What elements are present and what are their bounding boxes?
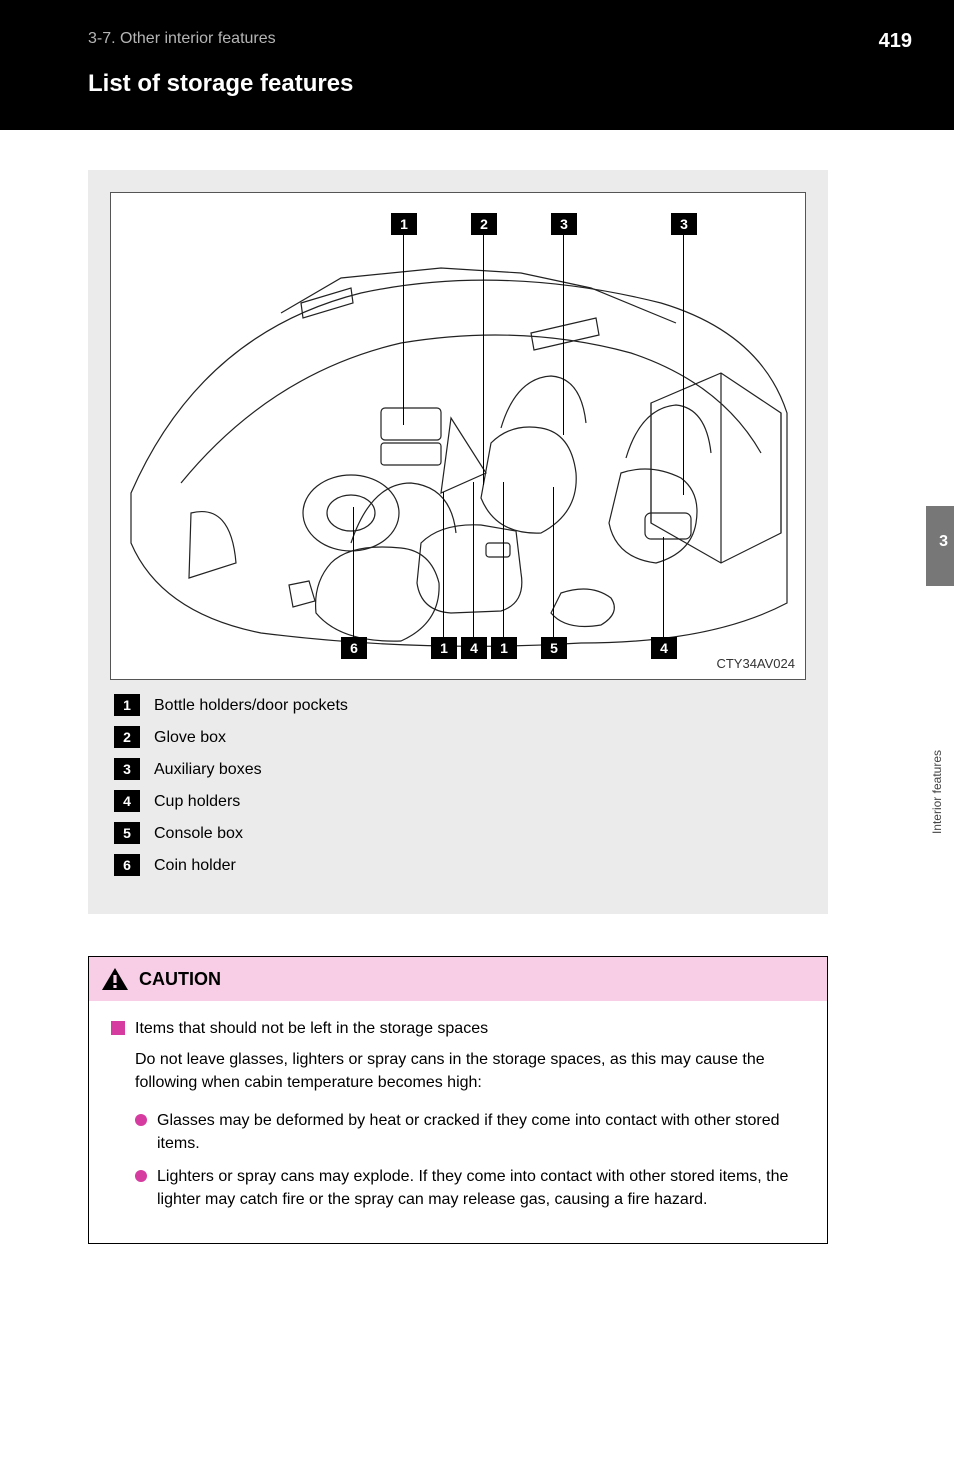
- diagram-callout: 3: [551, 213, 577, 235]
- caution-bullet: Glasses may be deformed by heat or crack…: [135, 1109, 805, 1155]
- legend-item: 3 Auxiliary boxes: [114, 758, 806, 780]
- caution-title: CAUTION: [139, 969, 221, 990]
- page-number: 419: [879, 30, 912, 53]
- diagram-callout: 1: [391, 213, 417, 235]
- caution-bullet: Lighters or spray cans may explode. If t…: [135, 1165, 805, 1211]
- section-title: List of storage features: [88, 70, 353, 98]
- section-tab-label: Interior features: [930, 750, 944, 834]
- car-interior-illustration: [121, 243, 797, 663]
- section-tab-number: 3: [939, 533, 948, 551]
- legend-number-badge: 3: [114, 758, 140, 780]
- round-bullet-icon: [135, 1114, 147, 1126]
- diagram-panel: 1233614154 CTY34AV024 1Bottle holders/do…: [88, 170, 828, 914]
- image-reference-code: CTY34AV024: [716, 656, 795, 671]
- legend-item: 1 Bottle holders/door pockets: [114, 694, 806, 716]
- legend-list: 1 Bottle holders/door pockets 2 Glove box 3A…: [110, 694, 806, 876]
- legend-number-badge: 5: [114, 822, 140, 844]
- caution-intro: Do not leave glasses, lighters or spray …: [135, 1048, 805, 1094]
- caution-bullet-text: Lighters or spray cans may explode. If t…: [157, 1165, 805, 1211]
- legend-number-badge: 4: [114, 790, 140, 812]
- caution-header: CAUTION: [89, 957, 827, 1001]
- legend-text: Cup holders: [154, 790, 240, 811]
- legend-text: Bottle holders/door pockets: [154, 694, 348, 715]
- page-header: 419 3-7. Other interior features List of…: [0, 0, 954, 130]
- legend-number-badge: 2: [114, 726, 140, 748]
- warning-icon: [101, 967, 129, 991]
- legend-number-badge: 6: [114, 854, 140, 876]
- square-bullet-icon: [111, 1021, 125, 1035]
- diagram-callout: 1: [431, 637, 457, 659]
- legend-item: 5 Console box: [114, 822, 806, 844]
- interior-diagram: 1233614154 CTY34AV024: [110, 192, 806, 680]
- legend-text: Auxiliary boxes: [154, 758, 262, 779]
- legend-item: 2 Glove box: [114, 726, 806, 748]
- legend-text: Coin holder: [154, 854, 236, 875]
- legend-text: Glove box: [154, 726, 226, 747]
- legend-item: 6 Coin holder: [114, 854, 806, 876]
- round-bullet-icon: [135, 1170, 147, 1182]
- diagram-callout: 4: [651, 637, 677, 659]
- diagram-callout: 1: [491, 637, 517, 659]
- caution-body: Items that should not be left in the sto…: [89, 1001, 827, 1243]
- diagram-callout: 6: [341, 637, 367, 659]
- diagram-callout: 2: [471, 213, 497, 235]
- legend-number-badge: 1: [114, 694, 140, 716]
- legend-item: 4 Cup holders: [114, 790, 806, 812]
- caution-bullet-text: Glasses may be deformed by heat or crack…: [157, 1109, 805, 1155]
- caution-box: CAUTION Items that should not be left in…: [88, 956, 828, 1244]
- diagram-callout: 5: [541, 637, 567, 659]
- diagram-callout: 3: [671, 213, 697, 235]
- breadcrumb: 3-7. Other interior features: [88, 30, 276, 48]
- diagram-callout: 4: [461, 637, 487, 659]
- caution-subheading: Items that should not be left in the sto…: [135, 1017, 488, 1040]
- legend-text: Console box: [154, 822, 243, 843]
